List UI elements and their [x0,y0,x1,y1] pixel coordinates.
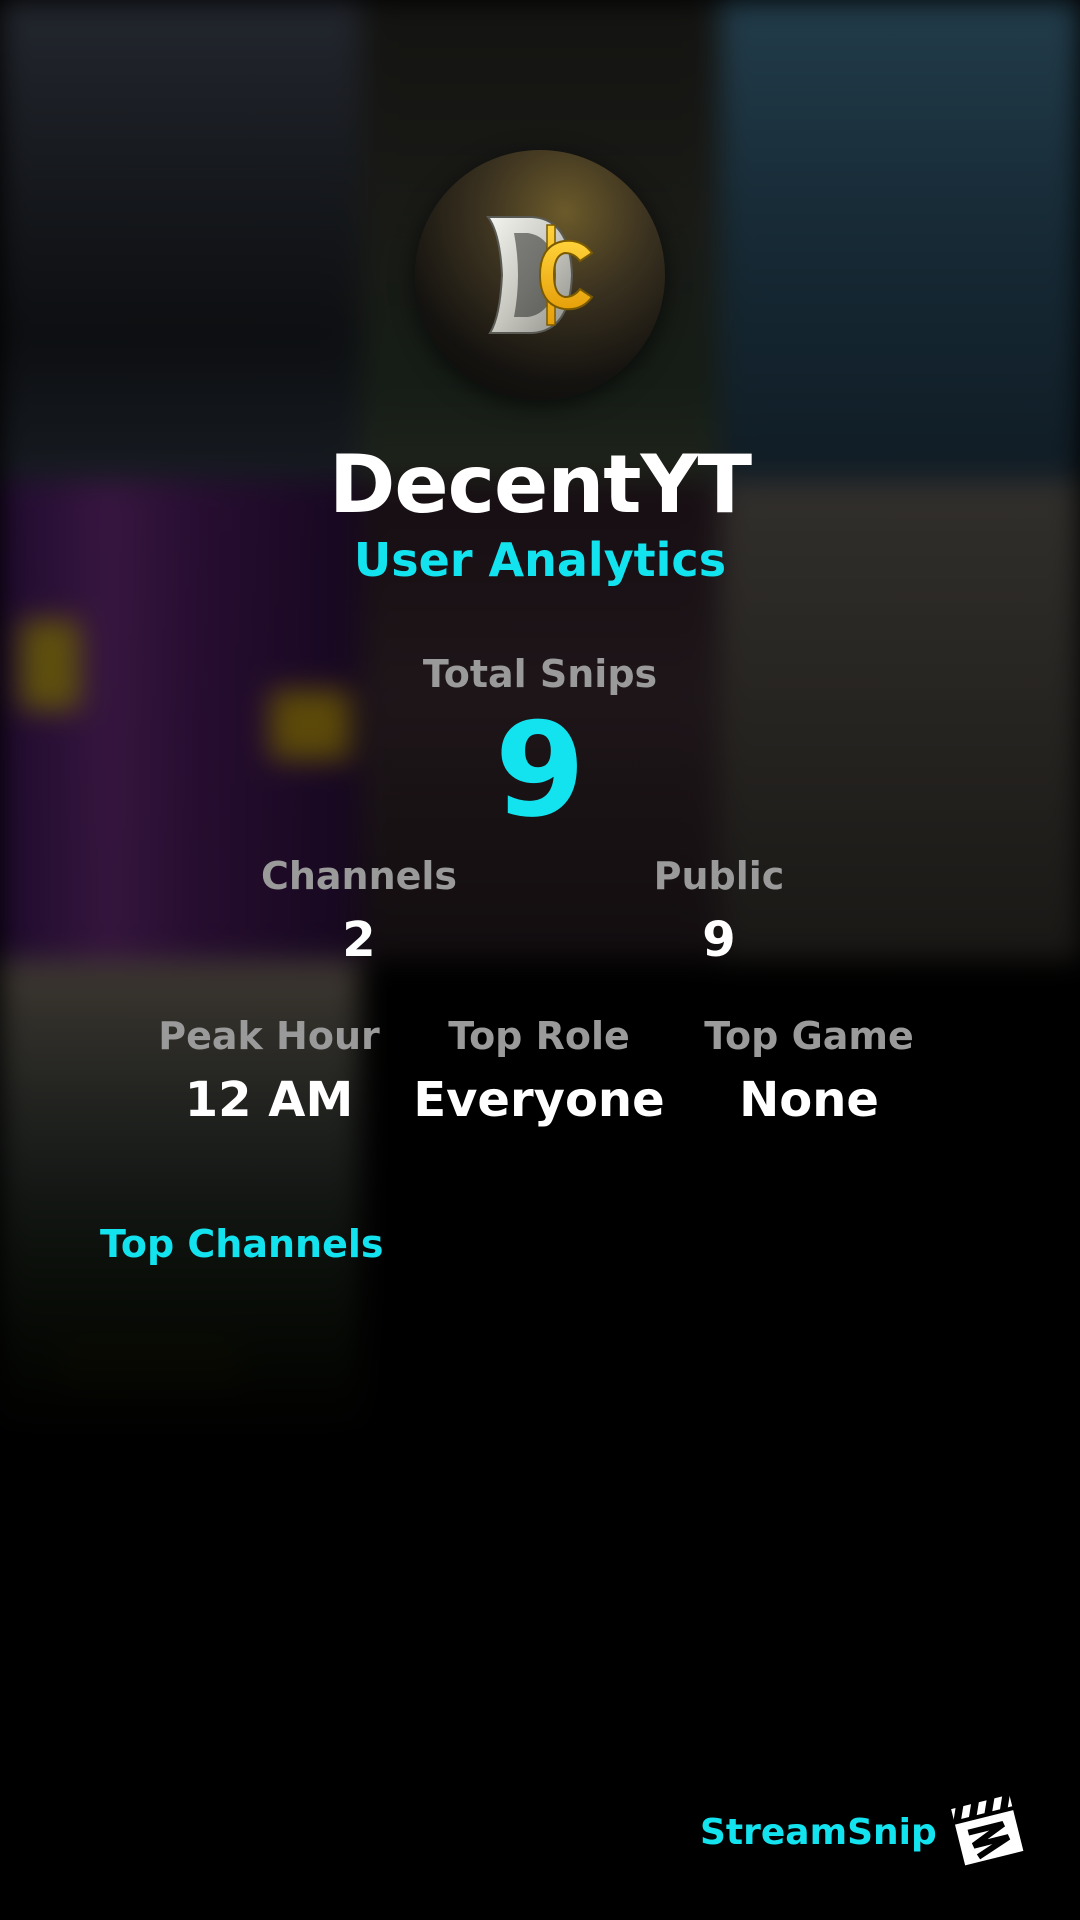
page-subtitle: User Analytics [353,533,727,587]
clapperboard-icon [948,1792,1026,1868]
channels-value: 2 [342,912,376,968]
peak-hour-value: 12 AM [184,1072,354,1128]
total-snips-value: 9 [494,694,586,846]
username: DecentYT [328,438,752,531]
top-game-value: None [739,1072,879,1128]
channels-label: Channels [260,854,458,898]
avatar [415,150,665,400]
total-snips-label: Total Snips [422,652,658,696]
top-role-label: Top Role [448,1014,630,1058]
decent-coin-logo-icon [486,216,594,334]
top-role-value: Everyone [413,1072,665,1128]
brand-logo [948,1790,1026,1868]
analytics-card: DecentYT User Analytics Total Snips 9 Ch… [0,0,1080,1920]
brand-name: StreamSnip [700,1812,937,1853]
top-game-label: Top Game [704,1014,914,1058]
top-channels-heading: Top Channels [100,1222,384,1266]
peak-hour-label: Peak Hour [158,1014,380,1058]
public-value: 9 [702,912,736,968]
public-label: Public [653,854,785,898]
